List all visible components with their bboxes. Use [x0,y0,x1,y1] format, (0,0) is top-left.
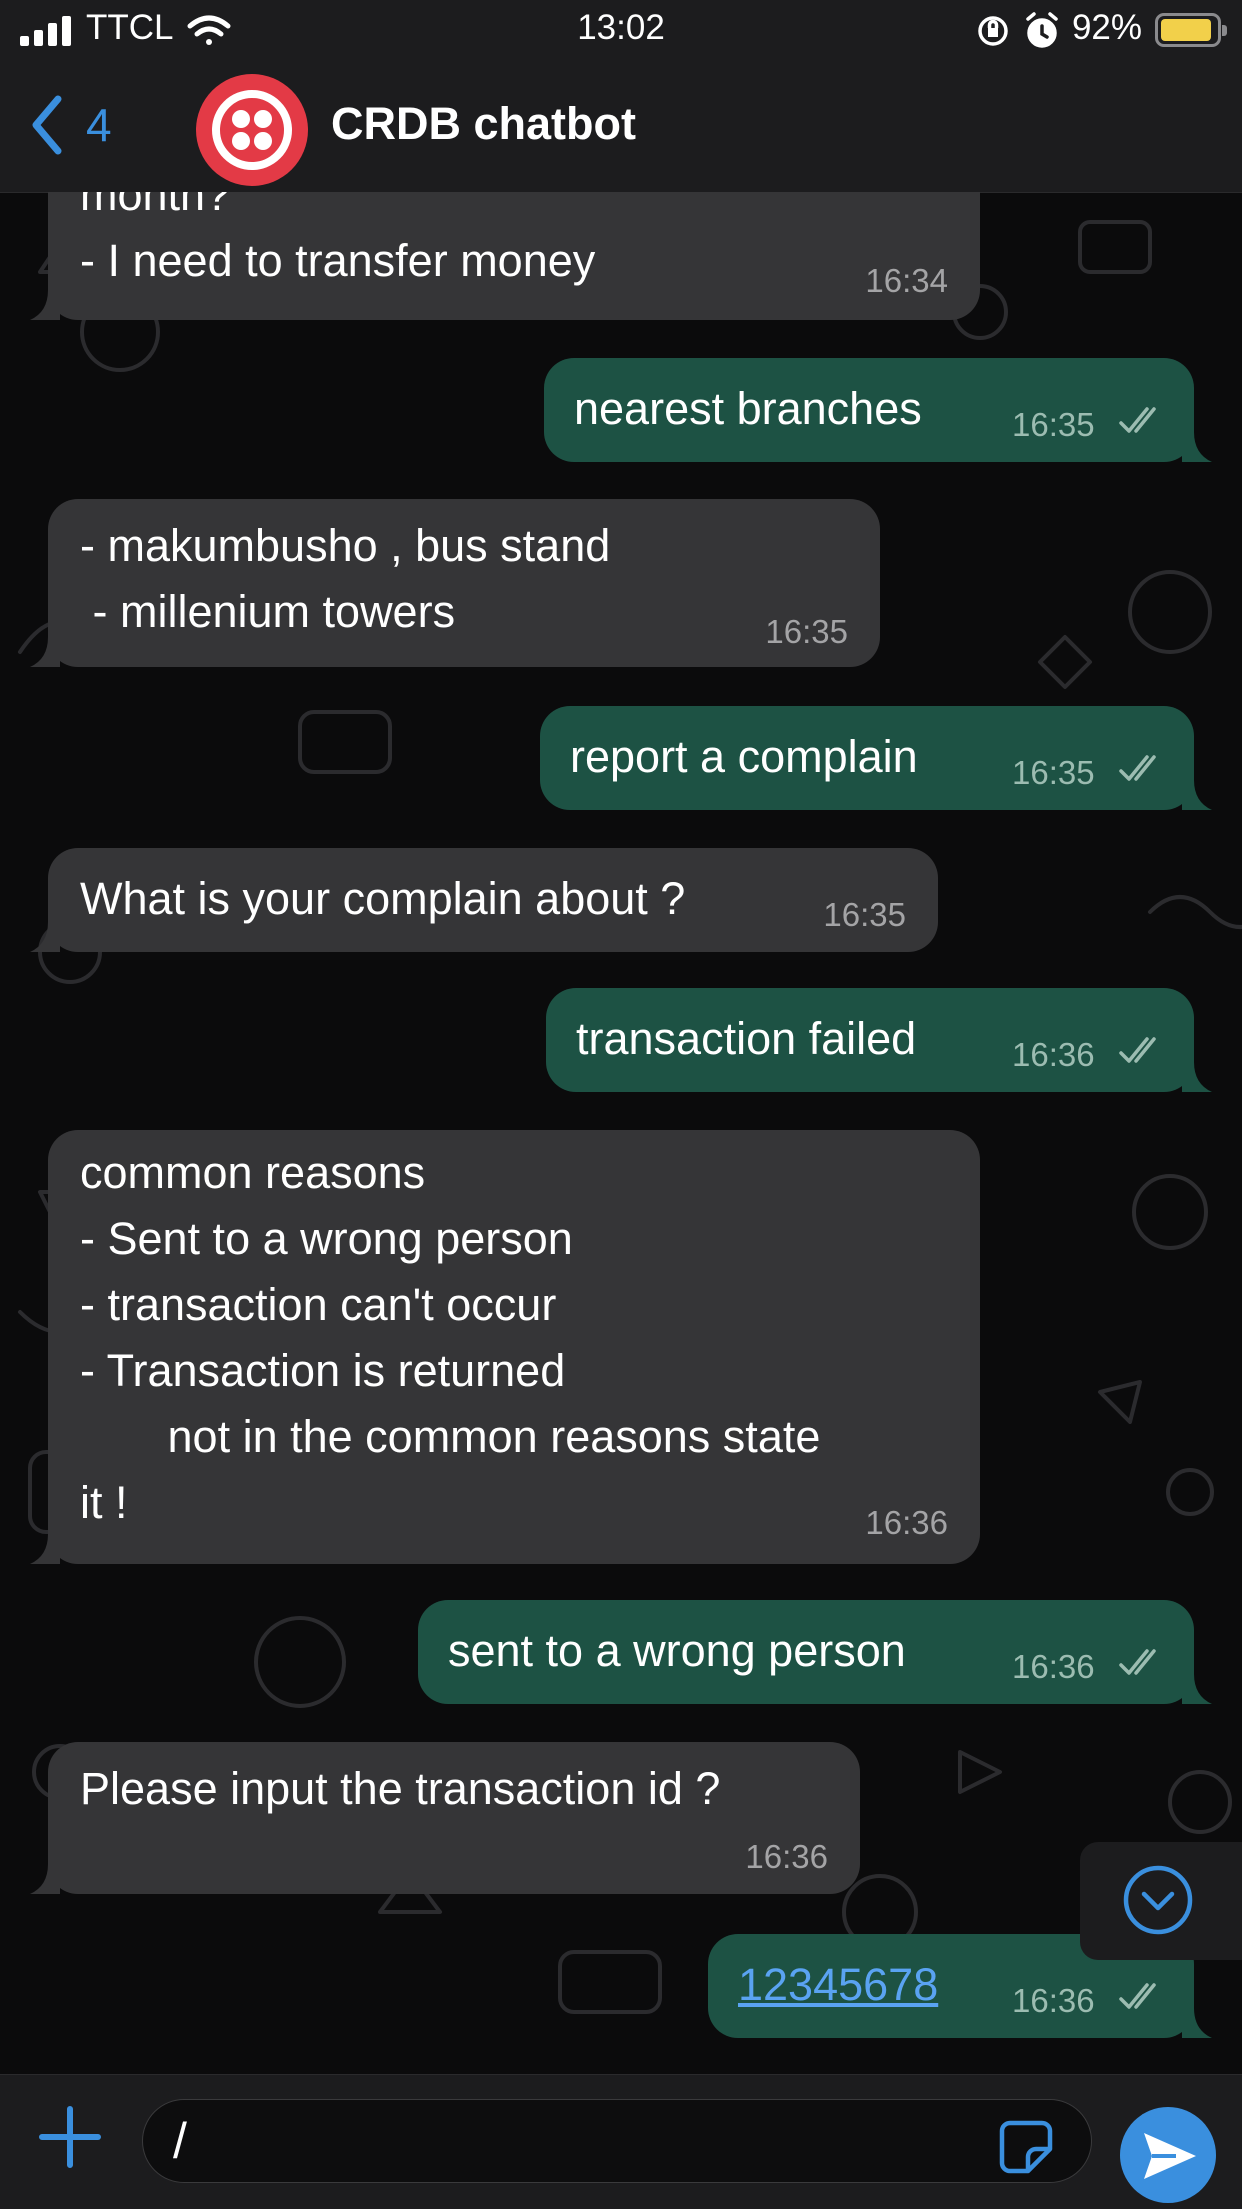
message-line: - Transaction is returned [80,1345,566,1396]
chat-title[interactable]: CRDB chatbot [331,98,636,150]
incoming-message[interactable]: What is your complain about ? 16:35 [30,848,938,952]
back-button[interactable]: 4 [30,90,112,160]
incoming-message[interactable]: - makumbusho , bus stand - millenium tow… [30,499,880,667]
battery-level-fill [1161,19,1211,41]
message-line: - transaction can't occur [80,1279,557,1330]
outgoing-message[interactable]: sent to a wrong person 16:36 [418,1600,1212,1704]
message-line: common reasons [80,1147,426,1198]
message-input-value: / [173,2113,187,2169]
incoming-message[interactable]: month? - I need to transfer money 16:34 [30,192,980,320]
transaction-id-link[interactable]: 12345678 [738,1952,938,2018]
message-line: not in the common reasons state [80,1411,821,1462]
incoming-message[interactable]: Please input the transaction id ? 16:36 [30,1742,860,1894]
outgoing-message[interactable]: report a complain 16:35 [540,706,1212,810]
message-time: 16:36 [1012,1982,1095,2019]
alarm-icon [1026,12,1058,48]
outgoing-message[interactable]: transaction failed 16:36 [546,988,1212,1092]
message-time: 16:36 [745,1838,828,1875]
message-time: 16:35 [1012,406,1095,443]
message-time: 16:35 [823,896,906,933]
message-line: it ! [80,1477,128,1528]
status-bar: TTCL 13:02 92% [0,0,1242,62]
composer-bar: / [0,2074,1242,2209]
plus-icon[interactable] [38,2105,102,2169]
incoming-message[interactable]: common reasons - Sent to a wrong person … [30,1130,980,1564]
outgoing-message[interactable]: nearest branches 16:35 [544,358,1212,462]
message-line: - I need to transfer money [80,235,596,286]
message-time: 16:34 [865,262,948,299]
message-list[interactable]: month? - I need to transfer money 16:34 … [0,192,1242,2074]
message-line: - makumbusho , bus stand [80,520,611,571]
message-line: month? [80,192,231,220]
message-line: sent to a wrong person [448,1625,906,1676]
scroll-to-bottom-button[interactable] [1080,1842,1242,1960]
message-time: 16:36 [1012,1036,1095,1073]
message-time: 16:35 [765,613,848,650]
sticker-icon[interactable] [998,2119,1054,2175]
send-icon [1144,2133,1196,2179]
battery-percentage: 92% [1071,8,1142,47]
unread-count: 4 [86,99,112,151]
message-time: 16:36 [1012,1648,1095,1685]
message-line: report a complain [570,731,918,782]
message-line: What is your complain about ? [80,873,686,924]
double-check-icon [1119,1037,1156,1063]
send-button[interactable] [1120,2107,1216,2203]
rotation-lock-icon [978,16,1008,46]
double-check-icon [1119,407,1156,433]
message-time: 16:35 [1012,754,1095,791]
message-line: transaction failed [576,1013,917,1064]
message-line: - Sent to a wrong person [80,1213,573,1264]
double-check-icon [1119,755,1156,781]
message-line: Please input the transaction id ? [80,1763,721,1814]
double-check-icon [1119,1983,1156,2009]
message-line: nearest branches [574,383,922,434]
chat-header: 4 CRDB chatbot [0,62,1242,193]
battery-icon [1155,13,1227,47]
avatar[interactable] [196,74,308,186]
message-line: - millenium towers [80,586,456,637]
twilio-logo-icon [212,90,292,170]
chevron-down-circle-icon [1123,1865,1193,1935]
chevron-left-icon [32,95,62,155]
message-time: 16:36 [865,1504,948,1541]
double-check-icon [1119,1649,1156,1675]
message-input[interactable]: / [142,2099,1092,2183]
